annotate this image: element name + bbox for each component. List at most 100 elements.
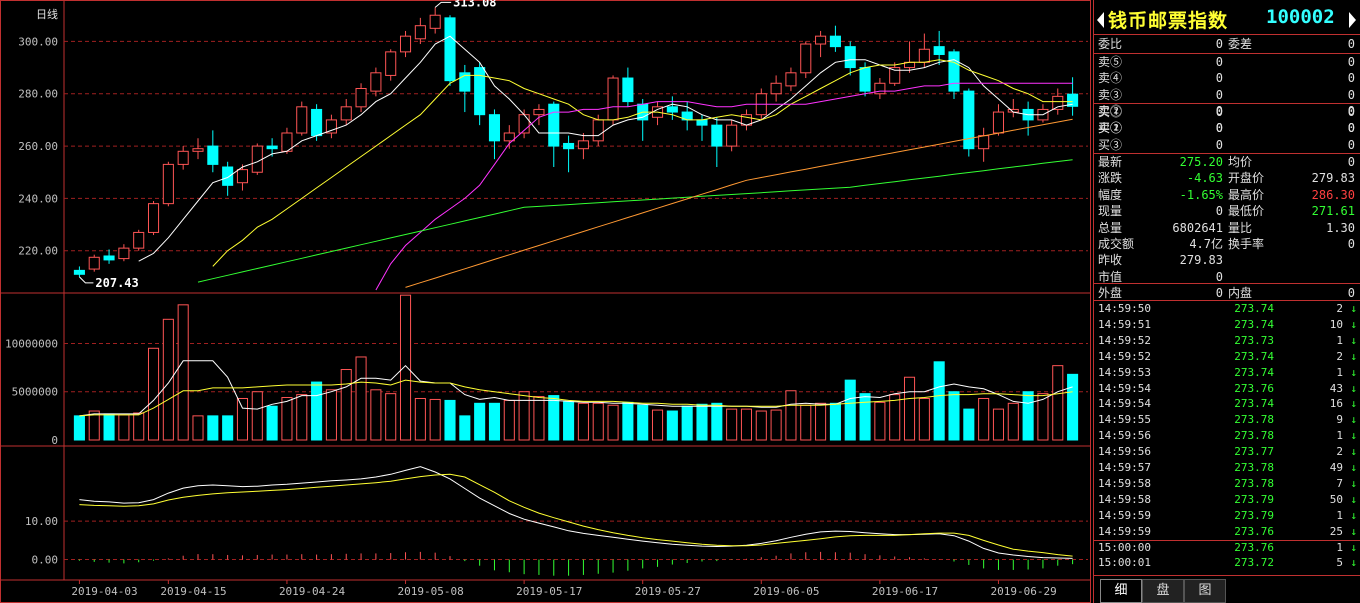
volume-bar	[978, 397, 990, 441]
down-arrow-icon: ↓	[1350, 317, 1357, 331]
candle-body	[992, 111, 1005, 134]
tick-vol: 7	[1336, 476, 1343, 490]
quote-row: 现量 0 最低价 271.61	[1094, 203, 1360, 219]
tick-row: 14:59:52 273.74 2 ↓	[1094, 349, 1360, 365]
tick-time: 14:59:55	[1098, 413, 1151, 427]
volume-bar	[503, 399, 515, 441]
tick-price: 273.79	[1234, 492, 1274, 506]
low-marker-line	[79, 276, 94, 284]
outer-value: 0	[1215, 286, 1223, 300]
volume-bar	[607, 404, 619, 441]
tick-time: 15:00:01	[1098, 556, 1151, 570]
tick-time: 14:59:59	[1098, 524, 1151, 538]
down-arrow-icon: ↓	[1350, 381, 1357, 395]
candle-body	[933, 46, 945, 55]
candle-body	[577, 140, 589, 150]
stock-code: 100002	[1266, 6, 1335, 28]
tick-row: 14:59:57 273.78 49 ↓	[1094, 460, 1360, 476]
tick-price: 273.73	[1234, 333, 1274, 347]
down-arrow-icon: ↓	[1350, 556, 1357, 570]
sell-row: 卖③ 0 0	[1094, 87, 1360, 103]
candle-body	[770, 82, 782, 95]
date-tick-label: 2019-04-15	[160, 585, 226, 598]
buy-row: 买③ 0 0	[1094, 137, 1360, 153]
candle-body	[222, 166, 234, 186]
date-tick-label: 2019-05-27	[635, 585, 701, 598]
candle-body	[978, 135, 990, 150]
candle-body	[666, 106, 678, 113]
date-tick-label: 2019-04-03	[71, 585, 137, 598]
next-arrow-icon[interactable]	[1349, 12, 1356, 28]
tab-chart[interactable]: 图	[1184, 579, 1226, 603]
quote-row: 昨收 279.83	[1094, 252, 1360, 268]
prev-arrow-icon[interactable]	[1097, 12, 1104, 28]
tick-price: 273.76	[1234, 524, 1274, 538]
volume-bar	[281, 397, 293, 441]
tick-vol: 1	[1336, 540, 1343, 554]
candle-body	[785, 72, 797, 87]
candle-body	[73, 269, 85, 275]
tick-time: 14:59:50	[1098, 302, 1151, 315]
tick-row: 14:59:59 273.76 25 ↓	[1094, 524, 1360, 540]
candle-body	[800, 43, 812, 74]
weicha-label: 委差	[1228, 37, 1253, 51]
candle-body	[429, 14, 441, 29]
volume-bar	[740, 408, 753, 441]
quote-row: 成交额 4.7亿 换手率 0	[1094, 236, 1360, 252]
volume-bar	[370, 389, 382, 441]
volume-bar	[192, 415, 204, 441]
tab-detail[interactable]: 细	[1100, 579, 1142, 603]
volume-bar	[903, 376, 916, 441]
volume-bar	[696, 403, 708, 441]
candle-body	[147, 203, 160, 233]
tick-row: 14:59:52 273.73 1 ↓	[1094, 333, 1360, 349]
tick-price: 273.76	[1234, 381, 1274, 395]
sell-vol: 0	[1347, 87, 1355, 102]
volume-bar	[399, 294, 412, 441]
tab-panel[interactable]: 盘	[1142, 579, 1184, 603]
tick-vol: 2	[1336, 302, 1343, 315]
sell-row: 卖④ 0 0	[1094, 70, 1360, 86]
volume-bar	[118, 414, 130, 441]
volume-bar	[1052, 365, 1064, 441]
weibi-row: 委比 0 委差 0	[1094, 36, 1360, 52]
volume-bar	[488, 402, 501, 441]
tick-time: 14:59:56	[1098, 445, 1151, 459]
volume-bar	[770, 409, 782, 441]
tick-price: 273.76	[1234, 540, 1274, 554]
quote-label: 现量	[1098, 204, 1123, 219]
volume-bar	[592, 402, 604, 441]
volume-bar	[429, 398, 441, 441]
weicha-value: 0	[1347, 37, 1355, 51]
date-tick-label: 2019-06-05	[753, 585, 819, 598]
price-tick-label: 300.00	[18, 35, 58, 48]
tick-price: 273.72	[1234, 556, 1274, 570]
candle-body	[88, 256, 100, 270]
chart-svg[interactable]: 日线 220.00 240.00 260.00 280.00 300.00 313.08 20…	[0, 0, 1092, 603]
candle-body	[266, 145, 278, 150]
tick-vol: 2	[1336, 349, 1343, 363]
tick-row: 14:59:58 273.79 50 ↓	[1094, 492, 1360, 508]
volume-bar	[681, 405, 693, 441]
volume-bar	[933, 361, 945, 441]
quote-label: 最低价	[1228, 204, 1265, 219]
tick-vol: 1	[1336, 429, 1343, 443]
volume-bar	[800, 404, 812, 441]
tick-time: 14:59:56	[1098, 429, 1151, 443]
candle-body	[133, 231, 145, 249]
tick-vol: 25	[1329, 524, 1343, 538]
tick-price: 273.74	[1234, 317, 1274, 331]
inner-label: 内盘	[1228, 286, 1253, 300]
tick-vol: 16	[1329, 397, 1343, 411]
down-arrow-icon: ↓	[1350, 445, 1357, 459]
tick-time: 14:59:58	[1098, 492, 1151, 506]
down-arrow-icon: ↓	[1350, 524, 1357, 538]
quote-value: -1.65%	[1179, 187, 1223, 202]
tick-row: 14:59:55 273.78 9 ↓	[1094, 412, 1360, 428]
quote-label: 昨收	[1098, 253, 1123, 268]
quote-label: 总量	[1098, 220, 1123, 235]
volume-bar	[103, 413, 115, 441]
tick-vol: 49	[1329, 461, 1343, 474]
volume-bar	[815, 402, 827, 441]
chart-area[interactable]: 日线 220.00 240.00 260.00 280.00 300.00 313.08 20…	[0, 0, 1092, 603]
